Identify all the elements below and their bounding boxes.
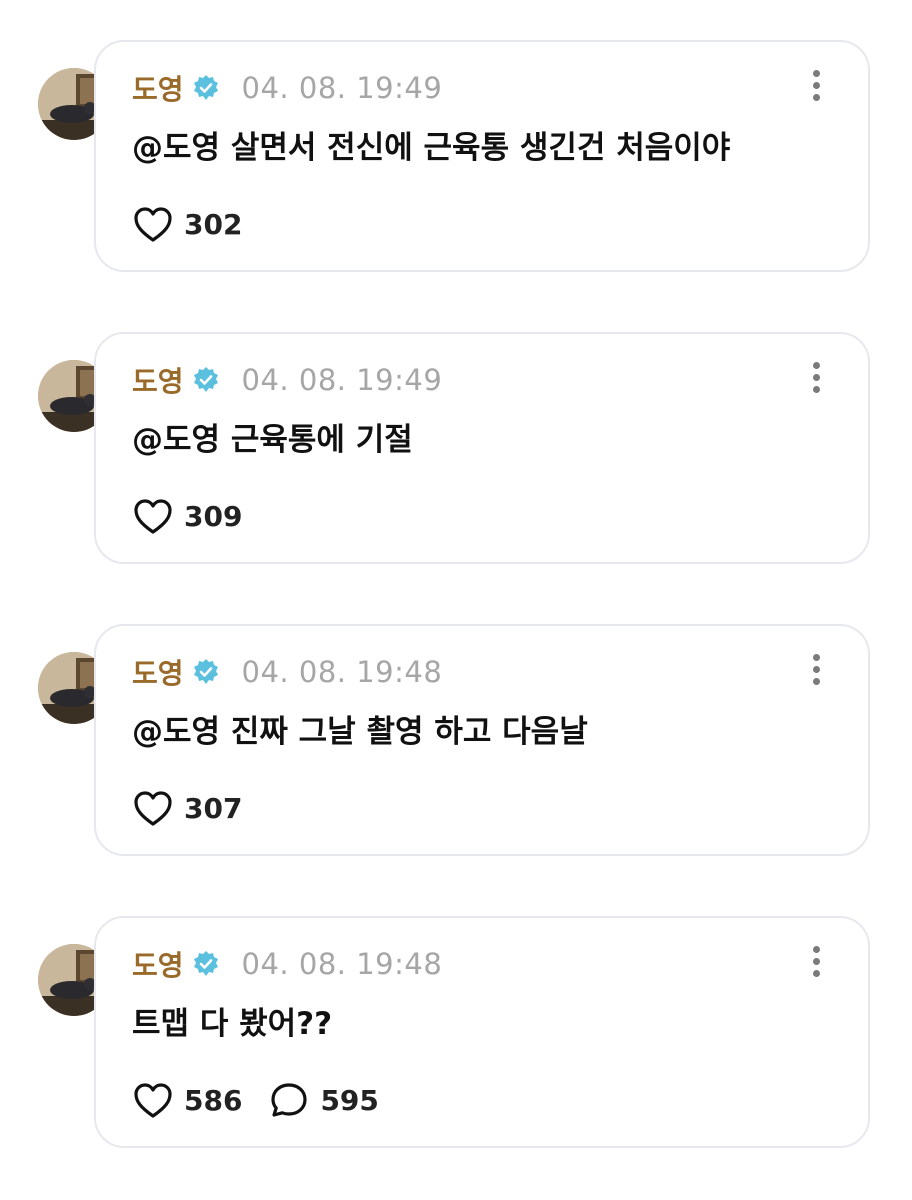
comment-text: @도영 살면서 전신에 근육통 생긴건 처음이야 xyxy=(132,130,731,166)
comment-actions: 307 xyxy=(132,786,268,830)
more-options-icon[interactable] xyxy=(810,654,822,688)
more-options-icon[interactable] xyxy=(810,70,822,104)
like-button[interactable]: 586 xyxy=(132,1080,242,1120)
like-count: 307 xyxy=(184,791,243,825)
heart-icon xyxy=(134,1083,172,1118)
like-button[interactable]: 309 xyxy=(132,496,242,536)
reply-button[interactable]: 595 xyxy=(268,1080,379,1120)
more-options-icon[interactable] xyxy=(810,946,822,980)
timestamp: 04. 08. 19:49 xyxy=(241,363,443,397)
comment-text: 트맵 다 봤어?? xyxy=(132,1006,333,1042)
username[interactable]: 도영 xyxy=(132,68,184,108)
comment-item: 도영 04. 08. 19:49 @도영 살면서 전신에 근육통 생긴건 처음이… xyxy=(0,40,912,276)
comment-text: @도영 근육통에 기절 xyxy=(132,422,413,458)
timestamp: 04. 08. 19:48 xyxy=(241,947,443,981)
verified-badge-icon xyxy=(193,75,218,100)
timestamp: 04. 08. 19:49 xyxy=(241,71,443,105)
comment-actions: 302 xyxy=(132,202,268,246)
comment-card: 도영 04. 08. 19:48 @도영 진짜 그날 촬영 하고 다음날 307 xyxy=(94,624,870,856)
like-button[interactable]: 302 xyxy=(132,204,242,244)
username[interactable]: 도영 xyxy=(132,652,184,692)
comment-card: 도영 04. 08. 19:48 트맵 다 봤어?? 586 595 xyxy=(94,916,870,1148)
comment-card: 도영 04. 08. 19:49 @도영 근육통에 기절 309 xyxy=(94,332,870,564)
reply-count: 595 xyxy=(320,1083,379,1117)
comment-meta: 도영 04. 08. 19:48 xyxy=(132,944,442,984)
more-options-icon[interactable] xyxy=(810,362,822,396)
comment-item: 도영 04. 08. 19:48 @도영 진짜 그날 촬영 하고 다음날 307 xyxy=(0,624,912,860)
username[interactable]: 도영 xyxy=(132,944,184,984)
comment-actions: 586 595 xyxy=(132,1078,405,1122)
reply-bubble-icon xyxy=(271,1083,308,1117)
comment-meta: 도영 04. 08. 19:48 xyxy=(132,652,442,692)
verified-badge-icon xyxy=(193,951,218,976)
comment-item: 도영 04. 08. 19:48 트맵 다 봤어?? 586 595 xyxy=(0,916,912,1152)
comment-meta: 도영 04. 08. 19:49 xyxy=(132,360,442,400)
like-count: 302 xyxy=(184,207,243,241)
comment-item: 도영 04. 08. 19:49 @도영 근육통에 기절 309 xyxy=(0,332,912,568)
username[interactable]: 도영 xyxy=(132,360,184,400)
comment-meta: 도영 04. 08. 19:49 xyxy=(132,68,442,108)
comment-actions: 309 xyxy=(132,494,268,538)
timestamp: 04. 08. 19:48 xyxy=(241,655,443,689)
heart-icon xyxy=(134,207,172,242)
comment-card: 도영 04. 08. 19:49 @도영 살면서 전신에 근육통 생긴건 처음이… xyxy=(94,40,870,272)
like-button[interactable]: 307 xyxy=(132,788,242,828)
verified-badge-icon xyxy=(193,367,218,392)
like-count: 586 xyxy=(184,1083,243,1117)
comment-text: @도영 진짜 그날 촬영 하고 다음날 xyxy=(132,714,588,750)
heart-icon xyxy=(134,791,172,826)
heart-icon xyxy=(134,499,172,534)
verified-badge-icon xyxy=(193,659,218,684)
like-count: 309 xyxy=(184,499,243,533)
